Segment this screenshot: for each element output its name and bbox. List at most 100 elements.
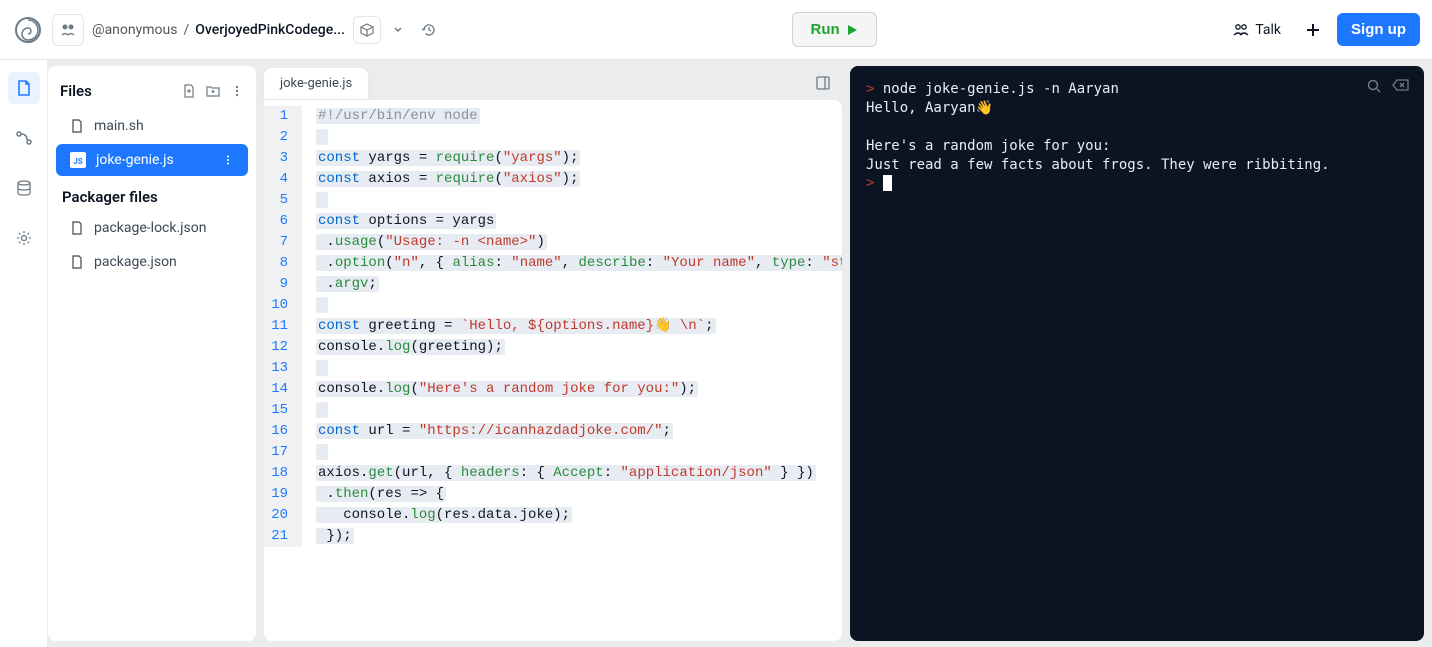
- terminal-command: node joke-genie.js -n Aaryan: [883, 81, 1119, 97]
- code-content: console.log("Here's a random joke for yo…: [316, 379, 714, 400]
- code-line[interactable]: 14console.log("Here's a random joke for …: [264, 379, 842, 400]
- file-row[interactable]: package.json: [56, 246, 248, 278]
- file-name: joke-genie.js: [96, 152, 174, 168]
- replit-logo-icon[interactable]: [12, 14, 44, 46]
- line-number: 3: [264, 148, 316, 169]
- line-number: 21: [264, 526, 316, 547]
- code-line[interactable]: 2: [264, 127, 842, 148]
- run-button[interactable]: Run: [792, 12, 877, 47]
- activity-rail: [0, 60, 48, 647]
- line-number: 12: [264, 337, 316, 358]
- topbar: @anonymous / OverjoyedPinkCodege... Run …: [0, 0, 1432, 60]
- terminal-search-icon[interactable]: [1366, 78, 1382, 94]
- code-content: [316, 400, 344, 421]
- terminal-output-line: Here's a random joke for you:: [866, 137, 1408, 156]
- code-content: const axios = require("axios");: [316, 169, 596, 190]
- terminal-cursor: [883, 175, 892, 191]
- terminal-line: >: [866, 174, 1408, 193]
- code-content: [316, 295, 344, 316]
- code-content: #!/usr/bin/env node: [316, 106, 496, 127]
- rail-settings-icon[interactable]: [8, 222, 40, 254]
- line-number: 4: [264, 169, 316, 190]
- code-content: .then(res => {: [316, 484, 462, 505]
- code-content: const yargs = require("yargs");: [316, 148, 596, 169]
- file-sidebar: Files main.shJSjoke-genie.js Packager fi…: [48, 66, 256, 641]
- code-line[interactable]: 16const url = "https://icanhazdadjoke.co…: [264, 421, 842, 442]
- code-line[interactable]: 5: [264, 190, 842, 211]
- code-line[interactable]: 7 .usage("Usage: -n <name>"): [264, 232, 842, 253]
- code-line[interactable]: 20 console.log(res.data.joke);: [264, 505, 842, 526]
- layout-icon[interactable]: [810, 70, 836, 96]
- terminal-clear-icon[interactable]: [1392, 78, 1410, 94]
- plus-icon: [1305, 22, 1321, 38]
- breadcrumb-project[interactable]: OverjoyedPinkCodege...: [195, 22, 345, 38]
- history-icon[interactable]: [415, 22, 443, 38]
- file-icon: [70, 119, 84, 133]
- code-content: const url = "https://icanhazdadjoke.com/…: [316, 421, 689, 442]
- code-line[interactable]: 21 });: [264, 526, 842, 547]
- cube-icon[interactable]: [353, 16, 381, 44]
- code-line[interactable]: 17: [264, 442, 842, 463]
- tab-joke-genie[interactable]: joke-genie.js: [264, 68, 368, 99]
- sidebar-title: Files: [60, 82, 92, 100]
- code-line[interactable]: 3const yargs = require("yargs");: [264, 148, 842, 169]
- code-line[interactable]: 1#!/usr/bin/env node: [264, 106, 842, 127]
- code-line[interactable]: 18axios.get(url, { headers: { Accept: "a…: [264, 463, 842, 484]
- code-content: console.log(res.data.joke);: [316, 505, 588, 526]
- code-line[interactable]: 8 .option("n", { alias: "name", describe…: [264, 253, 842, 274]
- user-avatar-button[interactable]: [52, 14, 84, 46]
- code-editor[interactable]: 1#!/usr/bin/env node2 3const yargs = req…: [264, 100, 842, 641]
- new-folder-icon[interactable]: [206, 84, 220, 98]
- code-line[interactable]: 6const options = yargs: [264, 211, 842, 232]
- terminal-prompt: >: [866, 175, 874, 191]
- code-content: [316, 358, 344, 379]
- line-number: 10: [264, 295, 316, 316]
- breadcrumb-user[interactable]: @anonymous: [92, 22, 177, 38]
- code-content: axios.get(url, { headers: { Accept: "app…: [316, 463, 832, 484]
- rail-files-icon[interactable]: [8, 72, 40, 104]
- breadcrumb: @anonymous / OverjoyedPinkCodege...: [92, 22, 345, 38]
- more-icon[interactable]: [230, 84, 244, 98]
- line-number: 2: [264, 127, 316, 148]
- file-name: package.json: [94, 254, 177, 270]
- code-line[interactable]: 11const greeting = `Hello, ${options.nam…: [264, 316, 842, 337]
- file-row[interactable]: package-lock.json: [56, 212, 248, 244]
- line-number: 8: [264, 253, 316, 274]
- file-more-icon[interactable]: [222, 154, 234, 166]
- code-content: [316, 442, 344, 463]
- plus-button[interactable]: [1297, 14, 1329, 46]
- sidebar-header: Files: [48, 74, 256, 108]
- new-file-icon[interactable]: [182, 84, 196, 98]
- talk-button[interactable]: Talk: [1225, 16, 1289, 44]
- line-number: 19: [264, 484, 316, 505]
- terminal-output-line: Just read a few facts about frogs. They …: [866, 156, 1408, 175]
- code-content: console.log(greeting);: [316, 337, 521, 358]
- line-number: 18: [264, 463, 316, 484]
- rail-database-icon[interactable]: [8, 172, 40, 204]
- line-number: 7: [264, 232, 316, 253]
- line-number: 15: [264, 400, 316, 421]
- run-label: Run: [811, 21, 840, 38]
- code-line[interactable]: 10: [264, 295, 842, 316]
- file-name: package-lock.json: [94, 220, 206, 236]
- signup-button[interactable]: Sign up: [1337, 13, 1420, 46]
- file-icon: [70, 221, 84, 235]
- terminal-line: > node joke-genie.js -n Aaryan: [866, 80, 1408, 99]
- code-line[interactable]: 13: [264, 358, 842, 379]
- line-number: 9: [264, 274, 316, 295]
- terminal-output-line: Hello, Aaryan👋: [866, 99, 1408, 118]
- code-content: });: [316, 526, 370, 547]
- line-number: 1: [264, 106, 316, 127]
- chevron-down-icon[interactable]: [389, 25, 407, 35]
- code-line[interactable]: 12console.log(greeting);: [264, 337, 842, 358]
- people-icon: [1233, 22, 1249, 38]
- code-line[interactable]: 4const axios = require("axios");: [264, 169, 842, 190]
- rail-vcs-icon[interactable]: [8, 122, 40, 154]
- code-line[interactable]: 19 .then(res => {: [264, 484, 842, 505]
- code-line[interactable]: 9 .argv;: [264, 274, 842, 295]
- terminal-pane[interactable]: > node joke-genie.js -n Aaryan Hello, Aa…: [850, 66, 1424, 641]
- file-row[interactable]: main.sh: [56, 110, 248, 142]
- code-content: .option("n", { alias: "name", describe: …: [316, 253, 842, 274]
- file-row[interactable]: JSjoke-genie.js: [56, 144, 248, 176]
- code-line[interactable]: 15: [264, 400, 842, 421]
